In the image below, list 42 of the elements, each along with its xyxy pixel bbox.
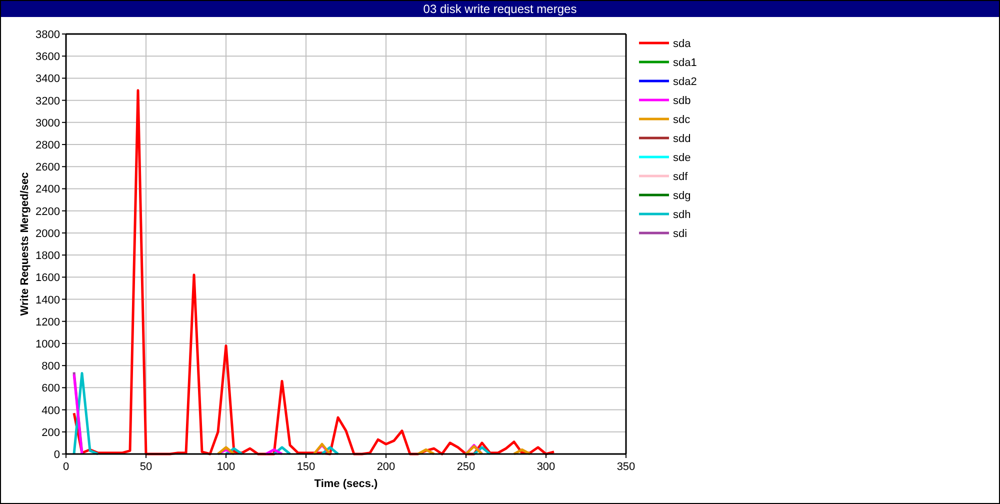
y-tick-label: 3000 (36, 117, 60, 130)
legend-label: sdc (673, 114, 690, 126)
x-tick-label: 200 (376, 461, 396, 473)
y-tick-label: 600 (42, 382, 60, 395)
y-tick-label: 1200 (36, 316, 60, 328)
y-tick-label: 1000 (36, 338, 60, 350)
legend-label: sda2 (673, 76, 697, 88)
x-tick-label: 150 (296, 461, 316, 473)
y-tick-label: 3200 (36, 95, 60, 108)
x-tick-label: 100 (216, 461, 236, 473)
legend-label: sda (673, 38, 691, 50)
legend-label: sdh (673, 209, 691, 221)
window-title: 03 disk write request merges (423, 2, 577, 16)
y-tick-label: 800 (42, 360, 60, 373)
y-tick-label: 1800 (36, 250, 60, 262)
legend-label: sdg (673, 190, 691, 202)
y-tick-label: 400 (42, 404, 60, 417)
y-tick-label: 2600 (36, 162, 60, 174)
x-tick-label: 0 (62, 461, 70, 473)
y-tick-label: 2800 (36, 140, 60, 152)
y-tick-label: 2000 (36, 228, 60, 240)
y-tick-label: 200 (42, 426, 60, 439)
x-tick-label: 250 (456, 461, 476, 473)
x-tick-label: 300 (536, 461, 556, 473)
y-tick-label: 3800 (36, 29, 60, 41)
legend-label: sdf (673, 171, 688, 183)
legend-label: sdi (673, 228, 688, 240)
y-tick-label: 3600 (36, 51, 60, 64)
legend-label: sde (673, 152, 691, 164)
y-tick-label: 1600 (36, 272, 60, 284)
y-axis-title: Write Requests Merged/sec (19, 172, 31, 316)
x-tick-label: 50 (140, 461, 152, 473)
y-tick-label: 1400 (36, 294, 60, 306)
legend-label: sda1 (673, 57, 697, 69)
x-axis-title: Time (secs.) (314, 478, 378, 490)
legend-label: sdb (673, 95, 691, 107)
y-tick-label: 3400 (36, 73, 60, 86)
y-tick-label: 2400 (36, 184, 60, 196)
x-tick-label: 350 (616, 461, 636, 473)
y-tick-label: 0 (54, 449, 60, 461)
y-tick-label: 2200 (36, 206, 60, 218)
legend-label: sdd (673, 133, 691, 145)
